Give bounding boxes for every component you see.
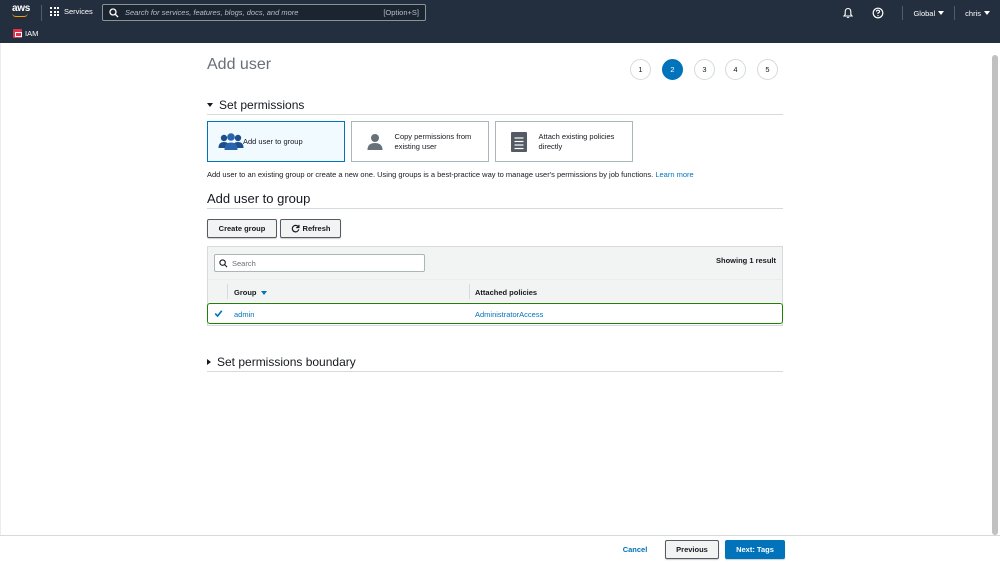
result-count: Showing 1 result [715, 256, 776, 265]
button-label: Previous [676, 545, 708, 554]
user-icon [361, 130, 389, 154]
option-label: Copy permissions from existing user [394, 131, 472, 151]
cancel-button[interactable]: Cancel [615, 540, 655, 559]
region-label: Global [913, 8, 936, 18]
learn-more-link[interactable]: Learn more [655, 170, 693, 179]
button-label: Refresh [302, 224, 331, 233]
group-search-input[interactable]: Search [214, 254, 425, 272]
nav-right-group: Global chris [842, 0, 1000, 26]
wizard-footer [0, 535, 1000, 563]
sort-descending-icon [260, 290, 267, 295]
option-copy-permissions[interactable]: Copy permissions from existing user [351, 121, 489, 162]
user-label: chris [965, 8, 981, 18]
permissions-boundary-toggle[interactable]: Set permissions boundary [207, 355, 356, 369]
option-attach-policies[interactable]: Attach existing policies directly [495, 121, 633, 162]
previous-button[interactable]: Previous [665, 540, 719, 559]
users-group-icon [217, 130, 245, 154]
button-label: Cancel [622, 545, 648, 554]
refresh-button[interactable]: Refresh [280, 219, 341, 238]
divider [207, 371, 783, 372]
search-placeholder: Search for services, features, blogs, do… [125, 8, 299, 17]
vertical-scrollbar[interactable] [992, 55, 998, 535]
step-3[interactable]: 3 [694, 59, 715, 80]
description-text: Add user to an existing group or create … [207, 170, 654, 179]
caret-right-icon [207, 359, 211, 365]
permissions-description: Add user to an existing group or create … [207, 170, 694, 179]
global-search-input[interactable]: Search for services, features, blogs, do… [102, 4, 426, 21]
step-1[interactable]: 1 [630, 59, 651, 80]
group-section-heading: Add user to group [207, 191, 310, 206]
checkbox-checked[interactable] [214, 309, 223, 318]
set-permissions-toggle[interactable]: Set permissions [207, 98, 304, 112]
option-label: Attach existing policies directly [538, 131, 615, 151]
column-divider [469, 284, 470, 299]
table-header: Group Attached policies [208, 279, 782, 302]
next-tags-button[interactable]: Next: Tags [725, 540, 785, 559]
column-header-group[interactable]: Group [234, 288, 267, 297]
help-icon[interactable] [872, 7, 884, 19]
service-bar [0, 26, 1000, 43]
search-placeholder: Search [232, 258, 256, 268]
chevron-down-icon [984, 11, 990, 15]
column-header-policies[interactable]: Attached policies [475, 288, 537, 297]
step-5[interactable]: 5 [757, 59, 778, 80]
table-toolbar: Search Showing 1 result [208, 247, 782, 279]
nav-divider [954, 6, 956, 20]
search-icon [219, 258, 228, 267]
chevron-down-icon [938, 11, 945, 15]
column-divider [227, 284, 228, 299]
divider [207, 114, 783, 115]
search-icon [109, 7, 119, 17]
services-menu-button[interactable]: Services [50, 7, 93, 16]
nav-divider [902, 6, 904, 20]
section-heading: Add user to group [207, 191, 311, 206]
create-group-button[interactable]: Create group [207, 219, 277, 238]
aws-logo-text: aws [12, 3, 31, 14]
region-dropdown[interactable]: Global [913, 8, 945, 18]
nav-divider [41, 5, 42, 21]
divider [207, 208, 783, 209]
table-row[interactable]: admin AdministratorAccess [207, 303, 783, 324]
bell-icon[interactable] [842, 7, 854, 19]
policy-link[interactable]: AdministratorAccess [475, 310, 543, 319]
page-edge [0, 43, 1, 563]
step-2-current[interactable]: 2 [662, 59, 683, 80]
document-icon [505, 130, 533, 154]
account-dropdown[interactable]: chris [965, 9, 990, 18]
page-title: Add user [207, 56, 272, 73]
services-label: Services [64, 7, 93, 16]
grid-icon [50, 7, 59, 16]
service-name[interactable]: IAM [25, 29, 38, 38]
button-label: Create group [218, 224, 266, 233]
group-name-link[interactable]: admin [234, 310, 254, 319]
option-label: Add user to group [243, 136, 303, 146]
top-navigation-bar: aws Services Search for services, featur… [0, 0, 1000, 26]
column-label: Group [234, 288, 257, 297]
aws-logo[interactable]: aws [12, 4, 32, 22]
section-heading: Set permissions [219, 98, 305, 112]
button-label: Next: Tags [736, 545, 774, 554]
step-4[interactable]: 4 [725, 59, 746, 80]
refresh-icon [291, 224, 300, 233]
iam-service-icon[interactable] [13, 29, 22, 38]
search-shortcut: [Option+S] [383, 8, 419, 17]
section-heading: Set permissions boundary [217, 355, 356, 369]
caret-down-icon [207, 103, 213, 107]
option-add-user-to-group[interactable]: Add user to group [207, 121, 345, 162]
